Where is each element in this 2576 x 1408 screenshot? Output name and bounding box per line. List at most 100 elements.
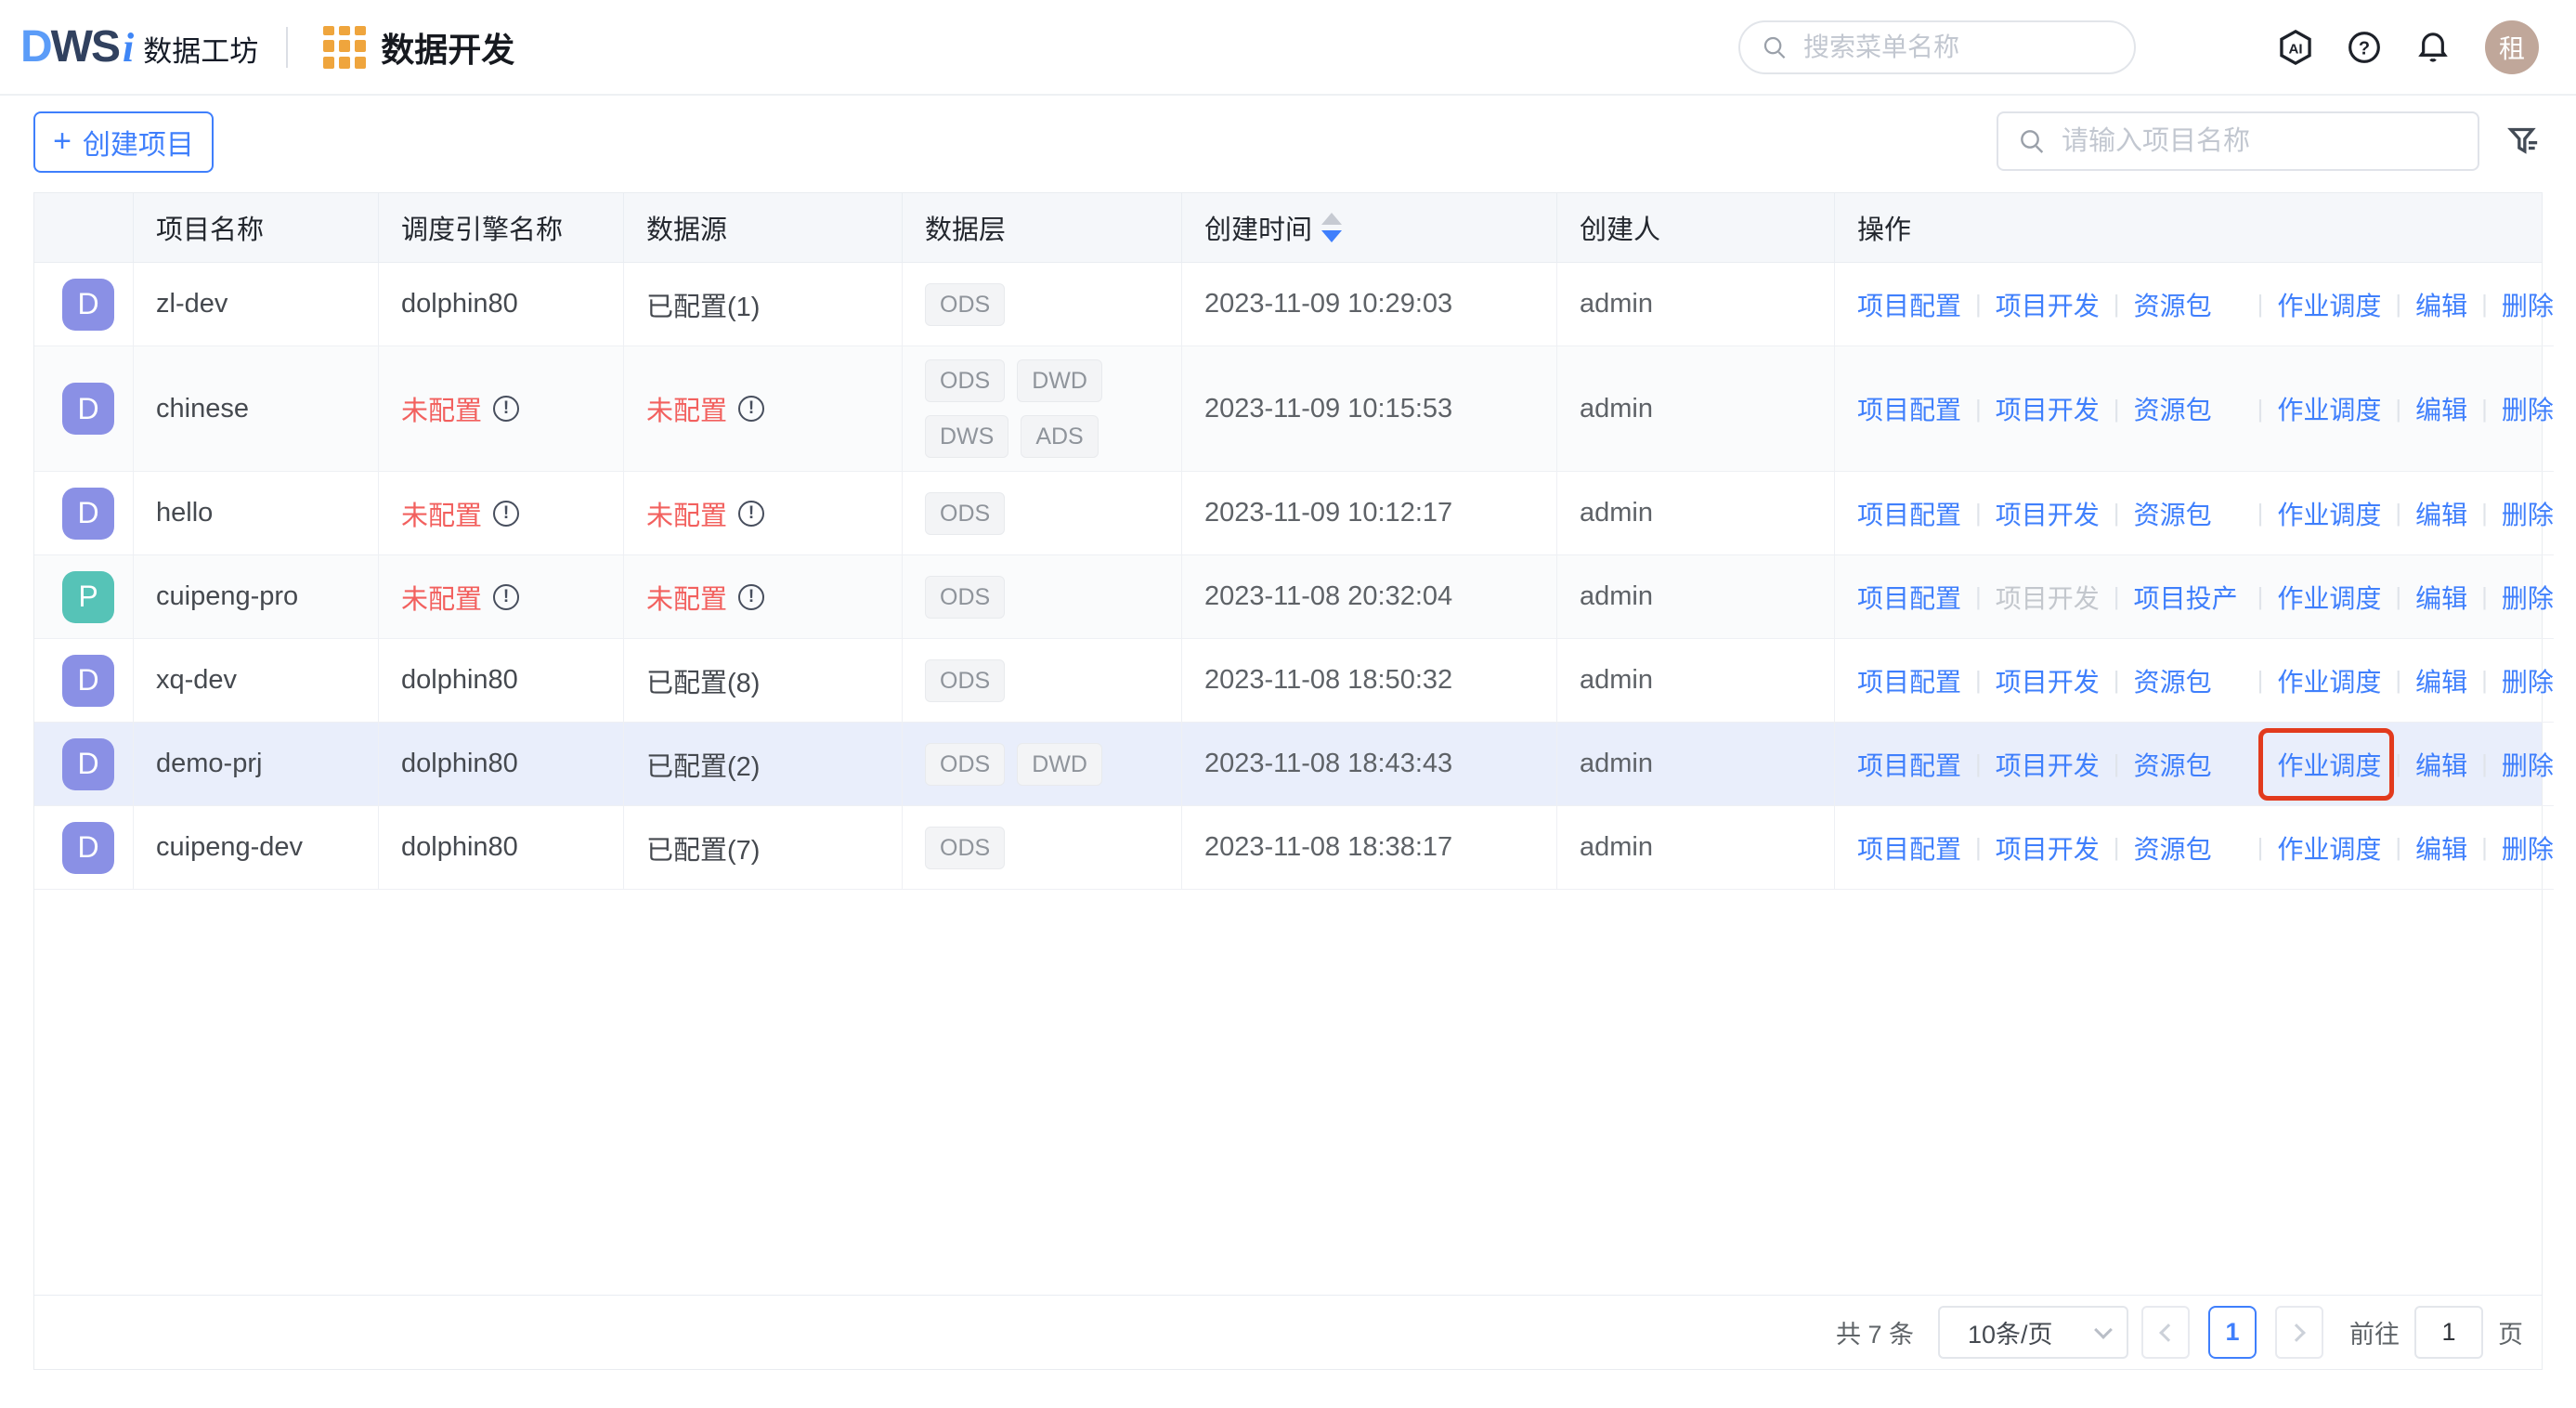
action-link-作业调度[interactable]: 作业调度 — [2277, 662, 2381, 699]
info-warning-icon[interactable]: ! — [738, 396, 764, 422]
sort-caret-icon[interactable] — [1321, 213, 1342, 242]
table-row[interactable]: Dchinese未配置!未配置!ODSDWDDWSADS2023-11-09 1… — [34, 346, 2542, 472]
info-warning-icon[interactable]: ! — [493, 396, 519, 422]
action-separator: | — [2481, 833, 2488, 862]
action-link-资源包[interactable]: 资源包 — [2134, 390, 2244, 427]
product-logo[interactable]: D WS i 数据工坊 — [20, 21, 258, 72]
current-page-button[interactable]: 1 — [2208, 1306, 2257, 1359]
page-size-select[interactable]: 10条/页 — [1938, 1306, 2128, 1359]
action-link-作业调度[interactable]: 作业调度 — [2277, 495, 2381, 532]
action-link-资源包[interactable]: 资源包 — [2134, 286, 2244, 323]
menu-search-input[interactable] — [1802, 32, 2140, 63]
table-row[interactable]: Dcuipeng-devdolphin80已配置(7)ODS2023-11-08… — [34, 806, 2542, 890]
info-warning-icon[interactable]: ! — [493, 584, 519, 610]
action-link-删除[interactable]: 删除 — [2502, 495, 2554, 532]
table-row[interactable]: Pcuipeng-pro未配置!未配置!ODS2023-11-08 20:32:… — [34, 555, 2542, 639]
action-link-资源包[interactable]: 资源包 — [2134, 662, 2244, 699]
project-filter-input[interactable] — [2060, 125, 2459, 158]
user-avatar[interactable]: 租 — [2485, 20, 2539, 74]
action-link-项目配置[interactable]: 项目配置 — [1857, 662, 1961, 699]
action-link-项目配置[interactable]: 项目配置 — [1857, 495, 1961, 532]
action-link-作业调度[interactable]: 作业调度 — [2277, 390, 2381, 427]
action-link-删除[interactable]: 删除 — [2502, 662, 2554, 699]
action-link-项目配置[interactable]: 项目配置 — [1857, 829, 1961, 867]
help-icon[interactable]: ? — [2344, 27, 2385, 68]
table-row[interactable]: Ddemo-prjdolphin80已配置(2)ODSDWD2023-11-08… — [34, 723, 2542, 806]
created-time: 2023-11-08 18:43:43 — [1204, 749, 1452, 779]
action-link-项目开发[interactable]: 项目开发 — [1996, 746, 2100, 783]
action-link-编辑[interactable]: 编辑 — [2415, 390, 2467, 427]
action-separator: | — [2481, 750, 2488, 778]
search-icon — [2017, 126, 2047, 156]
action-link-项目配置[interactable]: 项目配置 — [1857, 390, 1961, 427]
not-configured-text: 未配置! — [401, 494, 519, 533]
action-link-编辑[interactable]: 编辑 — [2415, 662, 2467, 699]
action-separator: | — [2395, 499, 2401, 528]
action-link-编辑[interactable]: 编辑 — [2415, 746, 2467, 783]
action-link-项目配置[interactable]: 项目配置 — [1857, 579, 1961, 616]
action-link-项目投产[interactable]: 项目投产 — [2134, 579, 2244, 616]
action-separator: | — [2481, 499, 2488, 528]
action-link-作业调度[interactable]: 作业调度 — [2277, 286, 2381, 323]
info-warning-icon[interactable]: ! — [738, 501, 764, 527]
menu-search-box[interactable] — [1738, 20, 2136, 74]
project-name-cell: cuipeng-dev — [134, 806, 379, 890]
action-link-作业调度[interactable]: 作业调度 — [2277, 746, 2381, 783]
action-link-删除[interactable]: 删除 — [2502, 286, 2554, 323]
filter-funnel-icon[interactable] — [2505, 123, 2543, 160]
table-row[interactable]: Dzl-devdolphin80已配置(1)ODS2023-11-09 10:2… — [34, 263, 2542, 346]
error-label: 未配置 — [401, 389, 482, 428]
action-link-项目开发[interactable]: 项目开发 — [1996, 662, 2100, 699]
action-separator: | — [2114, 290, 2120, 319]
action-link-编辑[interactable]: 编辑 — [2415, 495, 2467, 532]
creator-cell: admin — [1557, 555, 1835, 639]
bell-icon[interactable] — [2413, 27, 2453, 68]
action-link-资源包[interactable]: 资源包 — [2134, 829, 2244, 867]
not-configured-text: 未配置! — [646, 578, 764, 617]
actions-cell: 项目配置|项目开发|资源包|作业调度|编辑|删除 — [1835, 263, 2554, 346]
action-link-删除[interactable]: 删除 — [2502, 746, 2554, 783]
prev-page-button[interactable] — [2141, 1306, 2190, 1359]
table-row[interactable]: Dxq-devdolphin80已配置(8)ODS2023-11-08 18:5… — [34, 639, 2542, 723]
action-separator: | — [2114, 582, 2120, 611]
col-created-time[interactable]: 创建时间 — [1182, 193, 1557, 263]
table-row[interactable]: Dhello未配置!未配置!ODS2023-11-09 10:12:17admi… — [34, 472, 2542, 555]
created-time-cell: 2023-11-08 18:50:32 — [1182, 639, 1557, 723]
create-project-label: 创建项目 — [83, 122, 194, 163]
action-link-作业调度[interactable]: 作业调度 — [2277, 829, 2381, 867]
next-page-button[interactable] — [2275, 1306, 2323, 1359]
goto-page-input[interactable] — [2414, 1306, 2483, 1359]
action-link-删除[interactable]: 删除 — [2502, 829, 2554, 867]
data-layer-tag: ADS — [1021, 415, 1098, 458]
action-link-作业调度[interactable]: 作业调度 — [2277, 579, 2381, 616]
logo-letter-ws: WS — [51, 21, 119, 72]
create-project-button[interactable]: + 创建项目 — [33, 111, 214, 173]
action-link-编辑[interactable]: 编辑 — [2415, 579, 2467, 616]
action-link-删除[interactable]: 删除 — [2502, 579, 2554, 616]
action-link-资源包[interactable]: 资源包 — [2134, 746, 2244, 783]
action-separator: | — [2481, 290, 2488, 319]
info-warning-icon[interactable]: ! — [738, 584, 764, 610]
app-grid-icon — [323, 26, 366, 69]
action-link-项目开发[interactable]: 项目开发 — [1996, 495, 2100, 532]
project-filter-box[interactable] — [1997, 111, 2479, 171]
action-link-项目配置[interactable]: 项目配置 — [1857, 746, 1961, 783]
action-link-资源包[interactable]: 资源包 — [2134, 495, 2244, 532]
action-link-删除[interactable]: 删除 — [2502, 390, 2554, 427]
not-configured-text: 未配置! — [646, 494, 764, 533]
action-link-项目开发[interactable]: 项目开发 — [1996, 829, 2100, 867]
action-link-项目配置[interactable]: 项目配置 — [1857, 286, 1961, 323]
ai-assistant-icon[interactable]: AI — [2275, 27, 2316, 68]
action-link-项目开发[interactable]: 项目开发 — [1996, 390, 2100, 427]
action-link-编辑[interactable]: 编辑 — [2415, 829, 2467, 867]
table-header-row: 项目名称 调度引擎名称 数据源 数据层 创建时间 创建人 操作 — [34, 193, 2542, 263]
info-warning-icon[interactable]: ! — [493, 501, 519, 527]
action-link-项目开发[interactable]: 项目开发 — [1996, 286, 2100, 323]
col-creator: 创建人 — [1557, 193, 1835, 263]
page-size-value: 10条/页 — [1968, 1314, 2053, 1350]
data-layer-cell: ODSDWD — [903, 723, 1182, 806]
app-entry[interactable]: 数据开发 — [323, 23, 514, 72]
data-layer-tag: ODS — [925, 283, 1005, 326]
engine-name: dolphin80 — [401, 832, 518, 863]
action-link-编辑[interactable]: 编辑 — [2415, 286, 2467, 323]
